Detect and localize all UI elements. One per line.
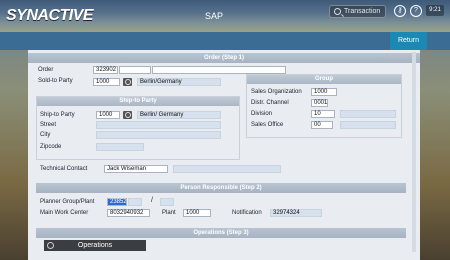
work-center-field[interactable]: 8032940932	[107, 209, 150, 217]
order-label: Order	[38, 67, 54, 73]
window-title: SAP	[205, 11, 224, 21]
plant-field[interactable]: 1000	[183, 209, 211, 217]
sold-to-description: Berlin/Germany	[137, 78, 221, 86]
distr-channel-field[interactable]: 0001	[311, 99, 328, 107]
header-bar: SYNACTIVE SAP Transaction ⚷ ? 9:21	[0, 0, 450, 32]
street-field[interactable]	[96, 121, 221, 129]
division-field[interactable]: 10	[311, 110, 335, 118]
division-label: Division	[251, 111, 273, 117]
operations-section-title: Operations (Step 3)	[36, 228, 406, 238]
order-field[interactable]: 323902	[93, 66, 118, 74]
technical-contact-description	[173, 165, 281, 173]
technical-contact-label: Technical Contact	[40, 166, 88, 172]
sales-org-label: Sales Organization	[251, 89, 302, 95]
key-icon[interactable]: ⚷	[394, 5, 406, 17]
street-label: Street	[40, 122, 57, 128]
planner-slash: /	[151, 197, 153, 204]
operations-button[interactable]: Operations	[44, 240, 146, 251]
ship-to-description: Berlin/ Germany	[137, 111, 221, 119]
zipcode-field[interactable]	[96, 143, 144, 151]
notification-label: Notification	[232, 210, 262, 216]
ship-to-help-icon[interactable]	[123, 111, 132, 119]
sales-org-field[interactable]: 1000	[311, 88, 337, 96]
distr-channel-label: Distr. Channel	[251, 100, 289, 106]
technical-contact-field[interactable]: Jack Wiseman	[104, 165, 168, 173]
notification-field[interactable]: 32974324	[270, 209, 322, 217]
zipcode-label: Zipcode	[40, 144, 62, 150]
work-center-label: Main Work Center	[40, 210, 89, 216]
transaction-placeholder: Transaction	[344, 8, 381, 15]
city-field[interactable]	[96, 131, 221, 139]
search-icon	[334, 8, 341, 15]
sales-office-description	[340, 121, 396, 129]
sales-office-label: Sales Office	[251, 122, 284, 128]
planner-group-field[interactable]: 23852	[107, 198, 127, 206]
operations-icon	[47, 242, 54, 249]
vertical-scrollbar[interactable]	[412, 52, 416, 252]
group-title: Group	[247, 75, 401, 84]
operations-button-label: Operations	[77, 242, 113, 249]
order-section-title: Order (Step 1)	[28, 53, 420, 63]
order-field-3[interactable]	[152, 66, 286, 74]
transaction-input[interactable]: Transaction	[329, 5, 386, 18]
ship-to-field[interactable]: 1000	[96, 111, 120, 119]
sold-to-label: Sold-to Party	[38, 78, 73, 84]
person-section-title: Person Responsible (Step 2)	[36, 183, 406, 193]
planner-group-label: Planner Group/Plant	[40, 199, 95, 205]
toolbar	[0, 32, 450, 50]
order-field-2[interactable]	[119, 66, 151, 74]
division-description	[340, 110, 396, 118]
clock: 9:21	[426, 5, 444, 16]
sold-to-help-icon[interactable]	[123, 78, 132, 86]
sold-to-field[interactable]: 1000	[93, 78, 120, 86]
synactive-logo: SYNACTIVE	[6, 7, 94, 24]
planner-group-ext	[128, 198, 142, 206]
plant-short-field[interactable]	[160, 198, 174, 206]
return-button[interactable]: Return	[390, 32, 427, 50]
city-label: City	[40, 132, 51, 138]
ship-to-title: Ship-to Party	[37, 97, 239, 106]
sales-office-field[interactable]: 00	[311, 121, 333, 129]
plant-label: Plant	[162, 210, 176, 216]
help-icon[interactable]: ?	[410, 5, 422, 17]
ship-to-label: Ship-to Party	[40, 112, 75, 118]
